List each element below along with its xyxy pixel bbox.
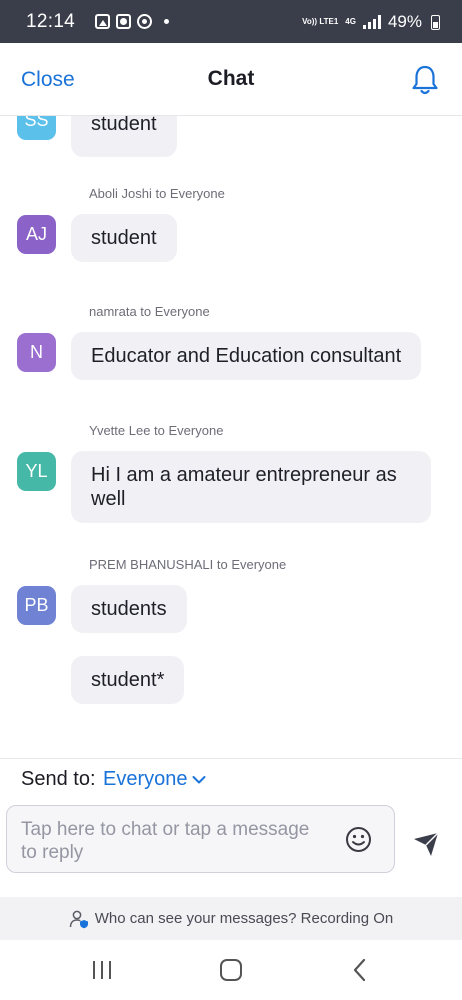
message-bubble[interactable]: student (71, 214, 177, 262)
battery-icon (431, 14, 440, 30)
message-bubble[interactable]: students (71, 585, 187, 633)
avatar: PB (17, 586, 56, 625)
back-icon[interactable] (347, 958, 373, 982)
send-to-label: Send to: (21, 768, 96, 790)
notification-icons (95, 14, 169, 29)
message-bubble[interactable]: Educator and Education consultant (71, 332, 422, 380)
message-bubble[interactable]: Hi I am a amateur entrepreneur as well (71, 451, 431, 523)
battery-percent: 49% (387, 12, 422, 31)
message-bubble[interactable]: student* (71, 656, 185, 704)
emoji-icon[interactable] (345, 826, 372, 853)
privacy-notice[interactable]: Who can see your messages? Recording On (0, 897, 462, 940)
recent-apps-icon[interactable] (89, 958, 115, 982)
avatar: N (17, 333, 56, 372)
send-to-selector[interactable]: Everyone (103, 768, 206, 791)
more-notifications-icon (164, 19, 169, 24)
divider (0, 758, 462, 759)
message-sender: Aboli Joshi to Everyone (89, 186, 225, 201)
status-time: 12:14 (26, 11, 76, 32)
status-bar: 12:14 Vo)) LTE1 4G 49% (0, 0, 462, 43)
message-sender: namrata to Everyone (89, 304, 210, 319)
chat-input-placeholder: Tap here to chat or tap a message to rep… (21, 819, 310, 863)
close-button[interactable]: Close (21, 68, 75, 92)
camera-notification-icon (116, 14, 131, 29)
gallery-notification-icon (95, 14, 110, 29)
chat-input[interactable]: Tap here to chat or tap a message to rep… (6, 805, 395, 873)
signal-icon (362, 15, 381, 29)
system-nav-bar (0, 940, 462, 1000)
home-icon[interactable] (218, 958, 244, 982)
privacy-text: Who can see your messages? Recording On (94, 910, 394, 927)
send-to-value: Everyone (103, 768, 188, 790)
notification-bell-icon[interactable] (410, 64, 440, 96)
system-icons: Vo)) LTE1 4G 49% (302, 12, 440, 32)
message-list[interactable]: SS student Aboli Joshi to Everyone AJ st… (0, 116, 462, 758)
volte-indicator: Vo)) LTE1 (302, 17, 339, 26)
message-bubble[interactable]: student (71, 116, 177, 157)
whatsapp-notification-icon (137, 14, 152, 29)
chat-header: Close Chat (0, 43, 462, 116)
chevron-down-icon (192, 775, 205, 783)
avatar: SS (17, 116, 56, 140)
avatar: YL (17, 452, 56, 491)
user-shield-icon (69, 910, 88, 928)
avatar: AJ (17, 215, 56, 254)
send-icon[interactable] (412, 830, 440, 858)
message-sender: PREM BHANUSHALI to Everyone (89, 557, 287, 572)
message-sender: Yvette Lee to Everyone (89, 423, 224, 438)
network-type-indicator: 4G (345, 17, 356, 26)
